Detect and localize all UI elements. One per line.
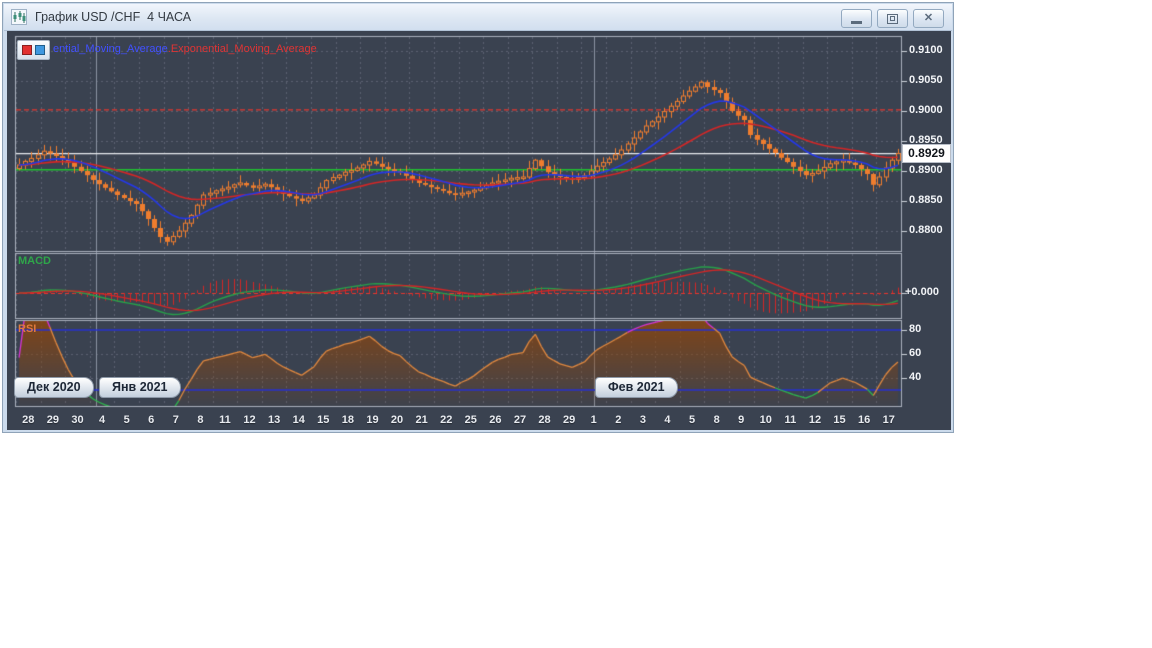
price-tick-label: 0.8850	[909, 194, 943, 206]
minimize-button[interactable]	[841, 9, 872, 28]
day-tick-label: 30	[71, 414, 84, 426]
day-tick-label: 8	[197, 414, 204, 426]
day-tick-label: 28	[538, 414, 551, 426]
day-tick-label: 9	[738, 414, 745, 426]
price-tick-label: 0.9100	[909, 44, 943, 56]
day-tick-label: 22	[440, 414, 453, 426]
rsi-tick-label: 60	[909, 347, 922, 359]
day-tick-label: 27	[513, 414, 527, 426]
close-button[interactable]: ✕	[913, 9, 944, 28]
day-tick-label: 18	[341, 414, 354, 426]
restore-button[interactable]	[877, 9, 908, 28]
day-tick-label: 8	[713, 414, 720, 426]
day-tick-label: 25	[464, 414, 477, 426]
day-tick-label: 16	[858, 414, 871, 426]
rsi-tick-label: 40	[909, 371, 922, 383]
day-tick-label: 11	[784, 414, 797, 426]
ema-red-swatch-icon	[22, 45, 32, 55]
day-tick-label: 12	[243, 414, 256, 426]
day-tick-label: 29	[563, 414, 576, 426]
price-tick-label: 0.8800	[909, 224, 943, 236]
ema-blue-label: ential_Moving_Average	[53, 43, 168, 55]
day-tick-label: 3	[639, 414, 646, 426]
indicator-legend-buttons[interactable]	[17, 40, 50, 60]
macd-zero-label: +0.000	[905, 286, 939, 298]
day-tick-label: 2	[615, 414, 622, 426]
day-tick-label: 20	[390, 414, 404, 426]
day-tick-label: 14	[292, 414, 305, 426]
day-tick-label: 7	[172, 414, 179, 426]
ema-blue-swatch-icon	[35, 45, 45, 55]
day-tick-label: 11	[219, 414, 231, 426]
price-tick-label: 0.9050	[909, 74, 943, 86]
restore-icon	[887, 13, 898, 24]
day-tick-label: 5	[688, 414, 696, 426]
current-price-badge: 0.8929	[902, 144, 951, 163]
day-tick-label: 4	[98, 414, 106, 426]
day-tick-label: 12	[808, 414, 822, 426]
day-tick-label: 5	[123, 414, 130, 426]
price-tick-label: 0.9000	[909, 104, 943, 116]
ema-red-label: Exponential_Moving_Average	[170, 43, 317, 55]
minimize-icon	[851, 20, 862, 24]
indicator-legend: ential_Moving_Average.Exponential_Moving…	[53, 43, 317, 55]
chart-client-area: ential_Moving_Average.Exponential_Moving…	[7, 31, 951, 430]
day-tick-label: 29	[46, 414, 59, 426]
macd-panel-label: MACD	[18, 255, 51, 267]
window-title: График USD /CHF 4 ЧАСА	[35, 10, 192, 24]
day-tick-label: 10	[759, 414, 772, 426]
price-tick-label: 0.8900	[909, 164, 943, 176]
title-bar[interactable]: График USD /CHF 4 ЧАСА ✕	[4, 4, 952, 31]
day-tick-label: 26	[489, 414, 502, 426]
close-icon: ✕	[923, 12, 934, 24]
rsi-tick-label: 80	[909, 323, 922, 335]
chart-canvas[interactable]	[7, 31, 951, 430]
chart-window: График USD /CHF 4 ЧАСА ✕ ential_Moving_A…	[2, 2, 954, 433]
day-tick-label: 1	[590, 414, 597, 426]
day-tick-label: 17	[882, 414, 895, 426]
day-tick-label: 15	[317, 414, 330, 426]
day-tick-label: 6	[148, 414, 155, 426]
day-tick-label: 19	[366, 414, 379, 426]
day-tick-label: 13	[268, 414, 281, 426]
window-controls: ✕	[841, 9, 944, 28]
candlestick-chart-icon	[11, 9, 27, 25]
rsi-panel-label: RSI	[18, 323, 37, 335]
day-tick-label: 4	[664, 414, 671, 426]
month-marker-label: Фев 2021	[595, 377, 678, 398]
day-tick-label: 28	[22, 414, 35, 426]
day-tick-label: 15	[833, 414, 846, 426]
day-tick-label: 21	[415, 414, 428, 426]
month-marker-label: Янв 2021	[99, 377, 181, 398]
month-marker-label: Дек 2020	[14, 377, 94, 398]
